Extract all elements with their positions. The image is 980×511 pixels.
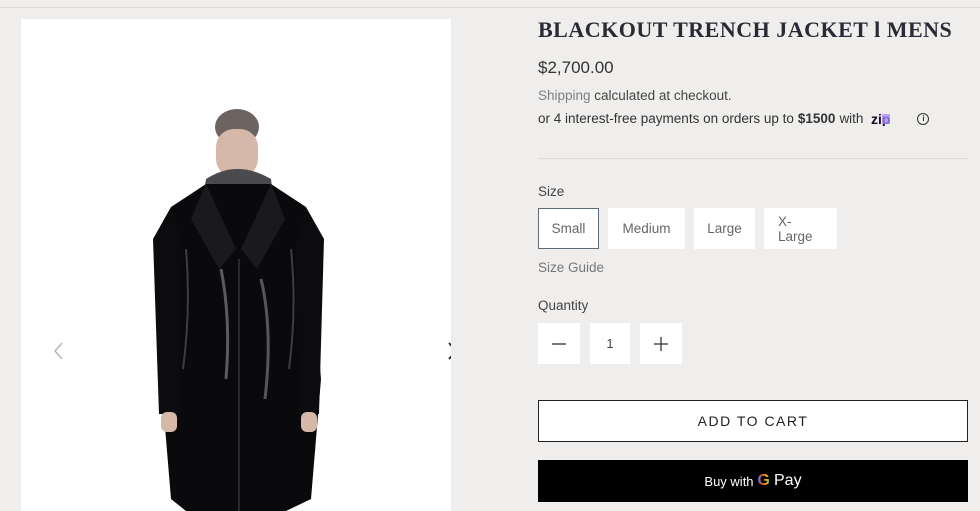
zip-logo-icon[interactable]: zip bbox=[871, 112, 911, 126]
shipping-text: calculated at checkout. bbox=[590, 88, 732, 103]
quantity-input[interactable]: 1 bbox=[590, 323, 630, 364]
zip-suffix: with bbox=[839, 111, 864, 126]
zip-prefix: or 4 interest-free payments on orders up… bbox=[538, 111, 794, 126]
product-price: $2,700.00 bbox=[538, 58, 614, 77]
quantity-increase-button[interactable] bbox=[640, 323, 682, 364]
chevron-right-icon[interactable] bbox=[442, 341, 451, 361]
google-pay-button[interactable]: Buy with G Pay bbox=[538, 460, 968, 502]
plus-icon bbox=[654, 336, 668, 351]
shipping-link[interactable]: Shipping bbox=[538, 88, 591, 103]
divider bbox=[538, 158, 968, 159]
product-gallery[interactable] bbox=[21, 19, 451, 511]
minus-icon bbox=[552, 342, 566, 345]
pay-label: Pay bbox=[774, 472, 802, 489]
size-option-small[interactable]: Small bbox=[538, 208, 599, 249]
buy-with-label: Buy with bbox=[704, 473, 754, 489]
header-divider bbox=[0, 0, 980, 8]
product-image bbox=[153, 109, 324, 511]
size-option-medium[interactable]: Medium bbox=[608, 208, 685, 249]
shipping-note: Shipping calculated at checkout. bbox=[538, 88, 732, 103]
quantity-label: Quantity bbox=[538, 298, 589, 313]
add-to-cart-button[interactable]: ADD TO CART bbox=[538, 400, 968, 442]
size-label: Size bbox=[538, 184, 565, 199]
chevron-left-icon[interactable] bbox=[49, 341, 69, 361]
size-guide-link[interactable]: Size Guide bbox=[538, 260, 604, 275]
size-option-large[interactable]: Large bbox=[694, 208, 755, 249]
zip-payment-note: or 4 interest-free payments on orders up… bbox=[538, 111, 930, 126]
product-title: BLACKOUT TRENCH JACKET l MENS bbox=[538, 17, 953, 42]
google-g-icon: G bbox=[757, 472, 770, 489]
quantity-decrease-button[interactable] bbox=[538, 323, 580, 364]
zip-amount: $1500 bbox=[797, 111, 836, 126]
size-options: Small Medium Large X-Large bbox=[538, 208, 837, 249]
quantity-stepper: 1 bbox=[538, 323, 682, 364]
size-option-x-large[interactable]: X-Large bbox=[764, 208, 837, 249]
info-icon[interactable]: i bbox=[917, 112, 930, 125]
